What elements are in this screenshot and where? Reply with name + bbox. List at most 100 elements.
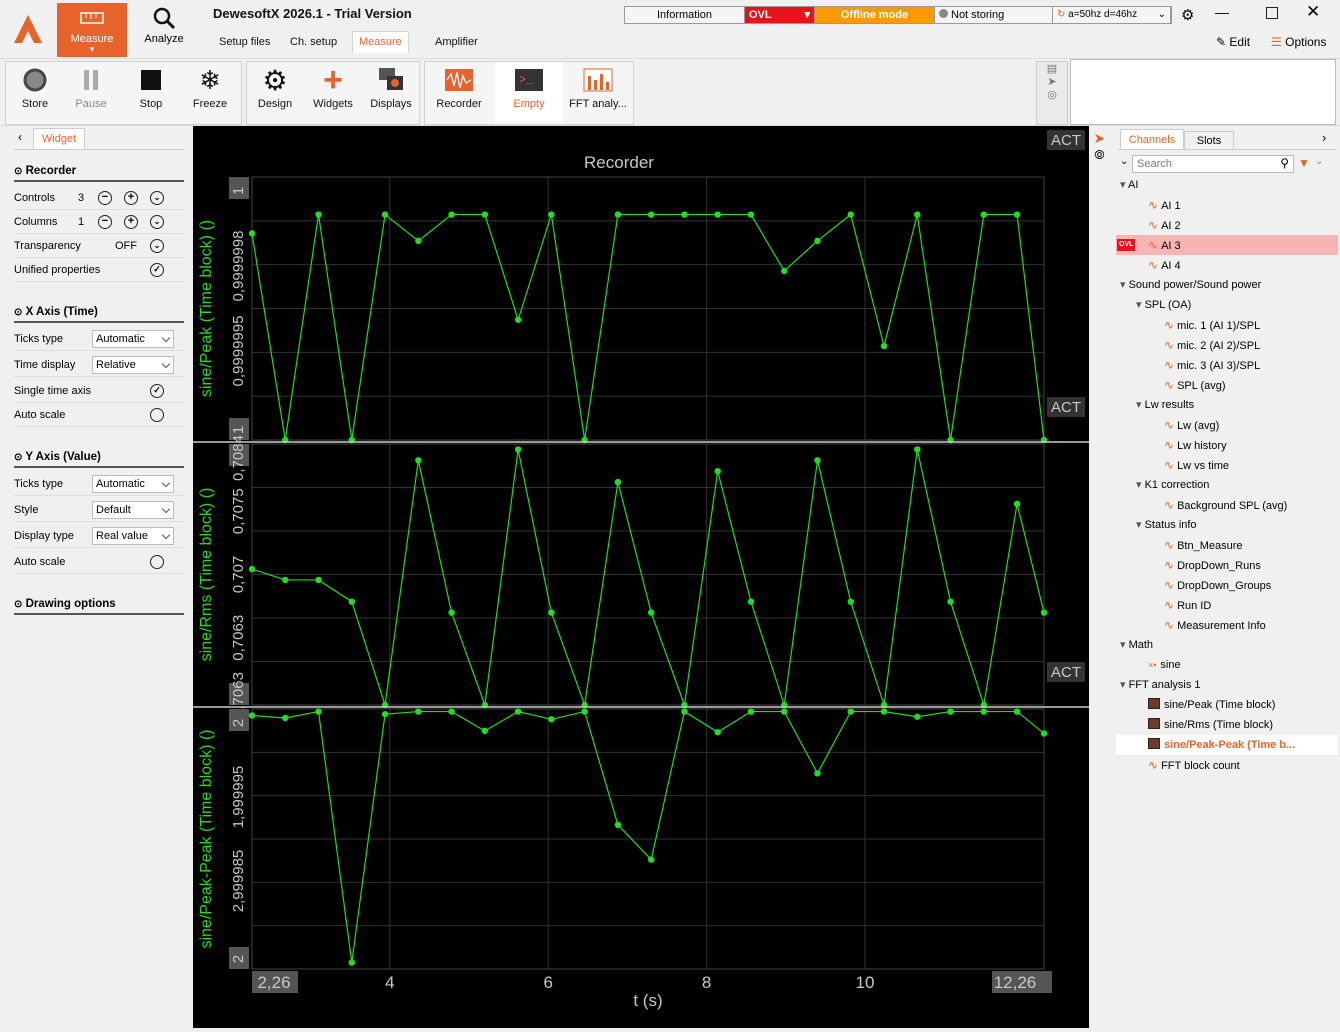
- analyze-mode-button[interactable]: Analyze: [133, 3, 195, 57]
- information-button[interactable]: Information: [625, 7, 745, 23]
- chevron-down-icon[interactable]: ⌄: [1315, 156, 1323, 167]
- y-tick-label: 0,7075: [230, 488, 247, 534]
- tab-measure[interactable]: Measure: [352, 31, 409, 53]
- tree-item[interactable]: ▾ Math: [1116, 635, 1338, 655]
- recorder-chart[interactable]: Recorder sine/Peak (Time block) () 1 0,9999…: [193, 126, 1089, 1028]
- tree-item[interactable]: ∿ Measurement Info: [1116, 615, 1338, 635]
- tree-item[interactable]: ×• sine: [1116, 655, 1338, 675]
- tree-item[interactable]: ∿ FFT block count: [1116, 755, 1338, 775]
- minimize-icon[interactable]: —: [1215, 4, 1229, 20]
- tree-item[interactable]: ∿ AI 2: [1116, 215, 1338, 235]
- section-recorder[interactable]: ⊙ Recorder: [14, 160, 184, 182]
- minus-icon[interactable]: −: [98, 191, 112, 205]
- displays-button[interactable]: Displays: [363, 62, 419, 124]
- tab-setup-files[interactable]: Setup files: [219, 36, 270, 48]
- plus-icon[interactable]: +: [124, 191, 138, 205]
- tab-amplifier[interactable]: Amplifier: [435, 36, 478, 48]
- tree-item[interactable]: ∿ mic. 1 (AI 1)/SPL: [1116, 315, 1338, 335]
- collapse-panel-icon[interactable]: ‹: [18, 130, 22, 144]
- chevron-down-icon[interactable]: ⌄: [1120, 156, 1128, 167]
- checked-icon[interactable]: ✓: [150, 384, 164, 398]
- tree-item[interactable]: ∿ AI 4: [1116, 255, 1338, 275]
- pause-button[interactable]: Pause: [64, 62, 118, 124]
- data-point: [747, 708, 755, 715]
- chevron-down-icon[interactable]: ⌄: [150, 215, 164, 229]
- y-tick-label: 0,9999998: [230, 231, 247, 302]
- chevron-down-icon[interactable]: ⌄: [150, 239, 164, 253]
- plus-icon[interactable]: +: [124, 215, 138, 229]
- style-dropdown[interactable]: Default: [92, 501, 174, 519]
- tree-item[interactable]: ∿ mic. 2 (AI 2)/SPL: [1116, 335, 1338, 355]
- tree-item[interactable]: ∿ Lw (avg): [1116, 415, 1338, 435]
- compass-icon[interactable]: ⦾: [1089, 147, 1110, 163]
- section-x-axis[interactable]: ⊙ X Axis (Time): [14, 301, 184, 323]
- expand-arrow-icon: ▾: [1136, 299, 1145, 311]
- recorder-display[interactable]: Recorder sine/Peak (Time block) () 1 0,9999…: [193, 126, 1089, 1028]
- tree-item[interactable]: ▾ Status info: [1116, 515, 1338, 535]
- filter-icon[interactable]: ▼: [1298, 156, 1310, 170]
- close-icon[interactable]: ✕: [1306, 2, 1320, 22]
- tree-item[interactable]: ▾ FFT analysis 1: [1116, 675, 1338, 695]
- cursor-icon[interactable]: ➤: [1089, 130, 1110, 147]
- time-display-dropdown[interactable]: Relative: [92, 356, 174, 374]
- unchecked-icon[interactable]: [150, 408, 164, 422]
- tree-item[interactable]: ∿ SPL (avg): [1116, 375, 1338, 395]
- freeze-button[interactable]: ❄ Freeze: [182, 62, 238, 124]
- edit-button[interactable]: ✎ Edit: [1216, 35, 1250, 49]
- notes-box[interactable]: [1070, 59, 1336, 125]
- tree-item[interactable]: ∿ mic. 3 (AI 3)/SPL: [1116, 355, 1338, 375]
- chevron-right-icon[interactable]: ›: [1322, 130, 1326, 145]
- tree-item[interactable]: ▾ K1 correction: [1116, 475, 1338, 495]
- tree-item[interactable]: ∿ Lw vs time: [1116, 455, 1338, 475]
- tab-slots[interactable]: Slots: [1184, 131, 1234, 149]
- channel-search-input[interactable]: Search ⚲: [1132, 155, 1294, 173]
- section-y-axis[interactable]: ⊙ Y Axis (Value): [14, 446, 184, 468]
- unchecked-icon[interactable]: [150, 555, 164, 569]
- y-ticks-dropdown[interactable]: Automatic: [92, 475, 174, 493]
- maximize-icon[interactable]: [1266, 7, 1278, 19]
- pointer-icon[interactable]: ➤: [1037, 75, 1067, 88]
- measure-mode-button[interactable]: Measure ▾: [57, 3, 127, 57]
- tree-item[interactable]: ∿ DropDown_Groups: [1116, 575, 1338, 595]
- tree-item[interactable]: sine/Peak (Time block): [1116, 695, 1338, 715]
- empty-display-button[interactable]: >_ Empty: [495, 62, 563, 124]
- tree-item[interactable]: ∿ Run ID: [1116, 595, 1338, 615]
- recorder-display-button[interactable]: Recorder: [427, 62, 491, 124]
- checked-icon[interactable]: ✓: [150, 263, 164, 277]
- tab-widget[interactable]: Widget: [33, 128, 85, 150]
- fft-display-button[interactable]: FFT analy...: [565, 62, 631, 124]
- x-ticks-dropdown[interactable]: Automatic: [92, 330, 174, 348]
- tree-item-label: DropDown_Groups: [1177, 580, 1272, 592]
- search-icon[interactable]: ⚲: [1280, 156, 1289, 170]
- ovl-indicator[interactable]: OVL ▾: [745, 7, 815, 23]
- tree-item[interactable]: ∿ Lw history: [1116, 435, 1338, 455]
- stop-button[interactable]: Stop: [124, 62, 178, 124]
- tab-channels[interactable]: Channels: [1120, 129, 1184, 149]
- notes-icon[interactable]: ▤: [1037, 62, 1067, 75]
- section-drawing-options[interactable]: ⊙ Drawing options: [14, 593, 184, 615]
- tree-item[interactable]: ∿ DropDown_Runs: [1116, 555, 1338, 575]
- tree-item[interactable]: ∿ Background SPL (avg): [1116, 495, 1338, 515]
- chevron-down-icon[interactable]: ⌄: [150, 191, 164, 205]
- gear-icon[interactable]: ⚙: [1181, 6, 1194, 24]
- data-point: [781, 708, 788, 715]
- options-button[interactable]: ☰ Options: [1271, 35, 1326, 49]
- minus-icon[interactable]: −: [98, 215, 112, 229]
- widgets-button[interactable]: + Widgets: [305, 61, 361, 124]
- tab-ch-setup[interactable]: Ch. setup: [290, 36, 337, 48]
- filter-dropdown[interactable]: ↻ a=50hz d=46hz ⌄: [1053, 7, 1171, 23]
- tree-item[interactable]: ∿ Btn_Measure: [1116, 535, 1338, 555]
- tree-item[interactable]: sine/Rms (Time block): [1116, 715, 1338, 735]
- tree-item[interactable]: ▾ AI: [1116, 175, 1338, 195]
- data-point: [1013, 708, 1021, 715]
- tree-item[interactable]: ∿ AI 1: [1116, 195, 1338, 215]
- tree-item[interactable]: OVL ∿ AI 3: [1116, 235, 1338, 255]
- tree-item[interactable]: sine/Peak-Peak (Time b...: [1116, 735, 1338, 755]
- tree-item[interactable]: ▾ Lw results: [1116, 395, 1338, 415]
- microphone-icon[interactable]: ◎: [1037, 88, 1067, 101]
- tree-item[interactable]: ▾ SPL (OA): [1116, 295, 1338, 315]
- tree-item[interactable]: ▾ Sound power/Sound power: [1116, 275, 1338, 295]
- display-type-dropdown[interactable]: Real value: [92, 527, 174, 545]
- store-button[interactable]: Store: [8, 62, 62, 124]
- design-button[interactable]: ⚙ Design: [247, 62, 303, 124]
